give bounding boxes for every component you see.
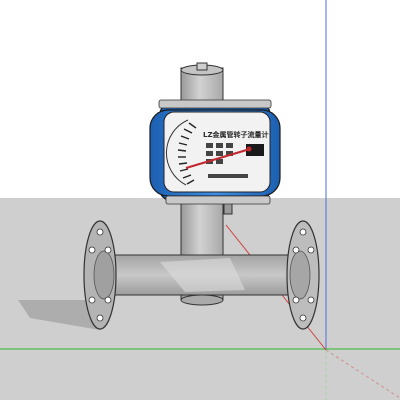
horizontal-pipe (103, 254, 301, 296)
model-viewport[interactable]: LZ金属管转子流量计 (0, 0, 400, 400)
dial-bottom-plate (208, 174, 248, 178)
right-flange (286, 220, 320, 330)
left-flange (83, 220, 117, 330)
pointer-hub (246, 146, 252, 152)
viewport-canvas[interactable]: LZ金属管转子流量计 (0, 0, 400, 400)
dial-label: LZ金属管转子流量计 (203, 130, 269, 139)
indicator-housing[interactable]: LZ金属管转子流量计 (149, 99, 281, 205)
